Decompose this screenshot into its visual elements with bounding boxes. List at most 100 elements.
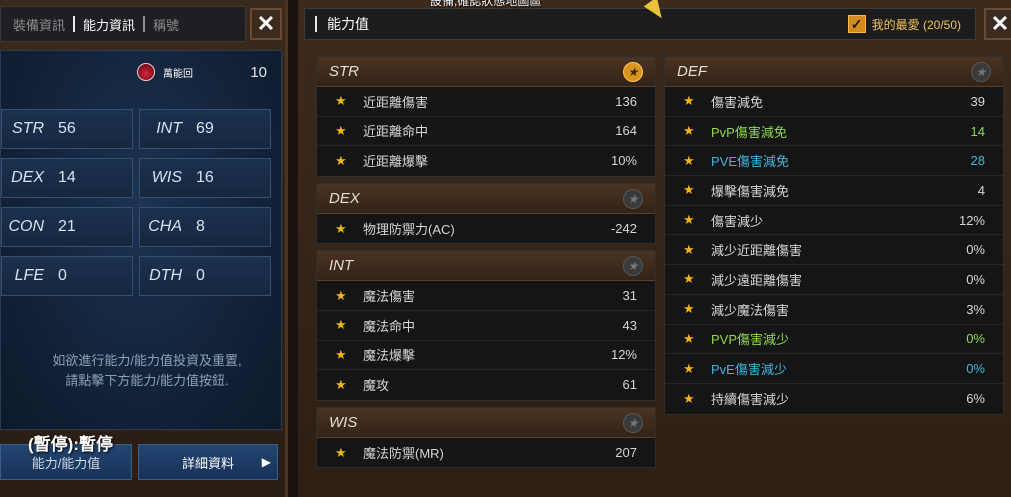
window-title: 能力值 xyxy=(327,16,369,32)
section-def: DEF ★ ★ 傷害減免 39 ★ PvP傷害減免 14 ★ PVE傷害減免 2… xyxy=(664,56,1004,415)
stat-label: PvE傷害減少 xyxy=(711,362,787,378)
stat-value: 207 xyxy=(615,445,637,461)
stat-row[interactable]: ★ 近距離命中 164 xyxy=(317,117,655,147)
stat-dth[interactable]: DTH 0 xyxy=(139,256,271,296)
close-button[interactable]: ✕ xyxy=(984,8,1011,40)
stat-value: 39 xyxy=(970,93,985,109)
close-icon: ✕ xyxy=(256,11,276,36)
stat-value: 0 xyxy=(58,267,67,284)
bonus-points-row: 萬能回 10 xyxy=(137,61,277,83)
stat-name: DEX xyxy=(11,169,44,186)
stat-value: 0 xyxy=(196,267,205,284)
stat-name: CHA xyxy=(148,218,182,235)
character-info-window: 裝備資訊 能力資訊 稱號 ✕ 萬能回 10 STR 56 INT 69 DEX … xyxy=(0,0,288,497)
stat-row[interactable]: ★ 減少近距離傷害 0% xyxy=(665,235,1003,266)
favorite-star-icon[interactable]: ★ xyxy=(623,62,643,82)
stat-label: 魔攻 xyxy=(363,378,390,394)
stat-value: 0% xyxy=(966,331,985,347)
details-button[interactable]: 詳細資料 ▶ xyxy=(138,444,278,480)
stat-value: 0% xyxy=(966,361,985,377)
hint-line: 請點擊下方能力/能力值按鈕. xyxy=(65,373,229,388)
favorite-star-icon[interactable]: ★ xyxy=(623,412,643,433)
stat-row[interactable]: ★ 魔法防禦(MR) 207 xyxy=(317,438,655,468)
stat-row[interactable]: ★ 近距離爆擊 10% xyxy=(317,146,655,176)
stat-row[interactable]: ★ PvE傷害減少 0% xyxy=(665,354,1003,384)
stat-row[interactable]: ★ 魔法命中 43 xyxy=(317,311,655,341)
stat-row[interactable]: ★ 魔攻 61 xyxy=(317,370,655,400)
favorite-star-icon[interactable]: ★ xyxy=(623,188,643,209)
star-icon: ★ xyxy=(335,444,347,460)
section-str: STR ★ ★ 近距離傷害 136 ★ 近距離命中 164 ★ 近距離爆擊 10… xyxy=(316,56,656,177)
stat-dex[interactable]: DEX 14 xyxy=(1,158,133,198)
bonus-points-value: 10 xyxy=(250,63,267,81)
stat-row[interactable]: ★ 爆擊傷害減免 4 xyxy=(665,176,1003,206)
star-icon: ★ xyxy=(335,317,347,333)
star-icon: ★ xyxy=(683,212,695,228)
stat-value: 61 xyxy=(622,377,637,393)
favorites-toggle[interactable]: ✓ 我的最愛 (20/50) xyxy=(847,15,961,33)
stat-row[interactable]: ★ PvP傷害減免 14 xyxy=(665,117,1003,147)
section-title: DEF xyxy=(677,63,707,80)
stat-label: 傷害減少 xyxy=(711,213,764,229)
stat-value: 56 xyxy=(58,120,76,137)
stat-cha[interactable]: CHA 8 xyxy=(139,207,271,247)
stat-value: 31 xyxy=(622,288,637,304)
stat-lfe[interactable]: LFE 0 xyxy=(1,256,133,296)
stat-value: 0% xyxy=(966,271,985,287)
stat-row[interactable]: ★ 魔法爆擊 12% xyxy=(317,341,655,371)
stat-row[interactable]: ★ PVP傷害減少 0% xyxy=(665,325,1003,355)
stat-row[interactable]: ★ 近距離傷害 136 xyxy=(317,87,655,117)
section-title: DEX xyxy=(329,189,360,207)
stat-wis[interactable]: WIS 16 xyxy=(139,158,271,198)
stat-row[interactable]: ★ 傷害減少 12% xyxy=(665,206,1003,236)
favorite-star-icon[interactable]: ★ xyxy=(623,256,643,277)
stat-int[interactable]: INT 69 xyxy=(139,109,271,149)
stat-row[interactable]: ★ 傷害減免 39 xyxy=(665,87,1003,117)
section-header: DEX ★ xyxy=(317,183,655,214)
stat-value: 0% xyxy=(966,242,985,258)
stat-label: 近距離命中 xyxy=(363,124,429,140)
stat-value: 4 xyxy=(977,182,985,198)
section-dex: DEX ★ ★ 物理防禦力(AC) -242 xyxy=(316,182,656,245)
stat-value: 10% xyxy=(610,153,637,169)
stat-value: 136 xyxy=(615,93,637,109)
stat-row[interactable]: ★ 減少遠距離傷害 0% xyxy=(665,265,1003,295)
favorite-star-icon[interactable]: ★ xyxy=(971,62,991,82)
stat-row[interactable]: ★ PVE傷害減免 28 xyxy=(665,146,1003,177)
tab-equipment-info[interactable]: 裝備資訊 xyxy=(5,15,73,34)
stat-value: 21 xyxy=(58,218,76,235)
pause-overlay-text: (暫停):暫停 xyxy=(28,435,113,454)
stat-label: 魔法傷害 xyxy=(363,289,416,305)
star-icon: ★ xyxy=(683,301,695,317)
reset-hint-text: 如欲進行能力/能力值投資及重置, 請點擊下方能力/能力值按鈕. xyxy=(21,351,273,391)
close-button[interactable]: ✕ xyxy=(250,8,282,40)
star-icon: ★ xyxy=(683,330,695,346)
stat-row[interactable]: ★ 持續傷害減少 6% xyxy=(665,384,1003,414)
tab-title[interactable]: 稱號 xyxy=(145,15,187,34)
star-icon: ★ xyxy=(335,287,347,303)
stat-row[interactable]: ★ 魔法傷害 31 xyxy=(317,281,655,311)
stat-row[interactable]: ★ 物理防禦力(AC) -242 xyxy=(317,214,655,244)
stat-value: 14 xyxy=(970,123,985,139)
tab-ability-info[interactable]: 能力資訊 xyxy=(75,15,143,34)
stat-str[interactable]: STR 56 xyxy=(1,109,133,149)
stats-panel: 萬能回 10 STR 56 INT 69 DEX 14 WIS 16 CON 2… xyxy=(0,50,282,430)
stat-value: -242 xyxy=(610,221,637,237)
stat-name: INT xyxy=(156,120,182,137)
stat-con[interactable]: CON 21 xyxy=(1,207,133,247)
stat-name: WIS xyxy=(151,169,182,186)
stat-row[interactable]: ★ 減少魔法傷害 3% xyxy=(665,295,1003,325)
section-header: STR ★ xyxy=(317,57,655,87)
section-int: INT ★ ★ 魔法傷害 31 ★ 魔法命中 43 ★ 魔法爆擊 12% ★ 魔… xyxy=(316,250,656,401)
section-wis: WIS ★ ★ 魔法防禦(MR) 207 xyxy=(316,406,656,469)
stat-value: 8 xyxy=(196,218,205,235)
hint-line: 如欲進行能力/能力值投資及重置, xyxy=(52,353,242,368)
star-icon: ★ xyxy=(335,122,347,138)
section-header: DEF ★ xyxy=(665,57,1003,87)
stat-value: 16 xyxy=(196,169,214,186)
stat-value: 28 xyxy=(970,153,985,169)
stat-label: 近距離傷害 xyxy=(363,94,429,110)
stat-label: 減少近距離傷害 xyxy=(711,243,803,259)
stat-label: 魔法命中 xyxy=(363,318,416,334)
star-icon: ★ xyxy=(683,152,695,168)
